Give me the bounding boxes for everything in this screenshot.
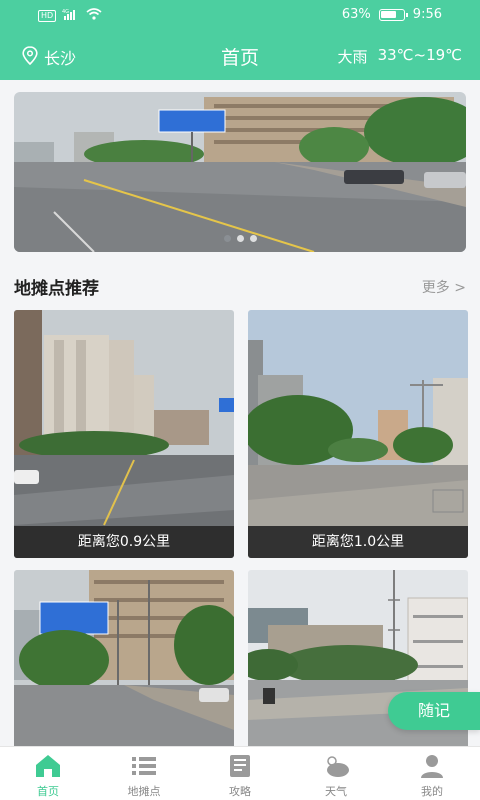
nav-label-profile: 我的 xyxy=(421,785,443,798)
signal-icon: 4G xyxy=(62,8,80,24)
carousel-dot[interactable] xyxy=(249,235,257,242)
stall-card[interactable]: 距离您0.9公里 xyxy=(14,310,234,558)
nav-label-guide: 攻略 xyxy=(229,785,251,798)
nav-item-home[interactable]: 首页 xyxy=(0,747,96,800)
quick-note-button[interactable]: 随记 xyxy=(388,692,480,730)
status-right: 63% 9:56 xyxy=(342,7,442,22)
status-bar: HD 4G 63% 9:56 xyxy=(0,0,480,32)
nav-label-weather: 天气 xyxy=(325,785,347,798)
stall-photo xyxy=(248,310,468,558)
battery-percent: 63% xyxy=(341,7,371,22)
nav-label-home: 首页 xyxy=(37,785,59,798)
home-icon xyxy=(36,755,60,777)
nav-item-guide[interactable]: 攻略 xyxy=(192,747,288,800)
profile-icon xyxy=(421,755,443,778)
status-left: HD 4G xyxy=(38,8,102,24)
carousel-dot[interactable] xyxy=(236,235,244,242)
nav-item-stalls[interactable]: 地摊点 xyxy=(96,747,192,800)
list-icon xyxy=(132,757,156,775)
section-title: 地摊点推荐 xyxy=(14,279,99,299)
network-badge: HD xyxy=(38,10,57,22)
wifi-icon xyxy=(86,8,102,24)
weather-condition: 大雨 xyxy=(337,48,368,66)
guide-book-icon xyxy=(230,755,250,777)
nav-label-stalls: 地摊点 xyxy=(127,785,161,798)
weather-summary[interactable]: 大雨 33℃~19℃ xyxy=(338,46,462,67)
app-header: 长沙 首页 大雨 33℃~19℃ xyxy=(0,32,480,80)
banner-carousel[interactable] xyxy=(14,92,466,252)
distance-caption: 距离您0.9公里 xyxy=(14,526,234,558)
nav-item-weather[interactable]: 天气 xyxy=(288,747,384,800)
distance-caption: 距离您1.0公里 xyxy=(248,526,468,558)
nav-item-profile[interactable]: 我的 xyxy=(384,747,480,800)
banner-image xyxy=(14,92,466,252)
stall-card[interactable]: 距离您1.0公里 xyxy=(248,310,468,558)
bottom-nav: 首页 地摊点 攻略 天气 我的 xyxy=(0,746,480,800)
carousel-dot[interactable] xyxy=(223,235,231,242)
more-link[interactable]: 更多 > xyxy=(422,277,466,297)
stall-photo xyxy=(14,310,234,558)
weather-cloud-icon xyxy=(327,756,349,777)
temperature-range: 33℃~19℃ xyxy=(377,46,462,64)
clock: 9:56 xyxy=(412,7,442,22)
battery-icon xyxy=(378,8,408,21)
carousel-indicators xyxy=(14,235,466,242)
